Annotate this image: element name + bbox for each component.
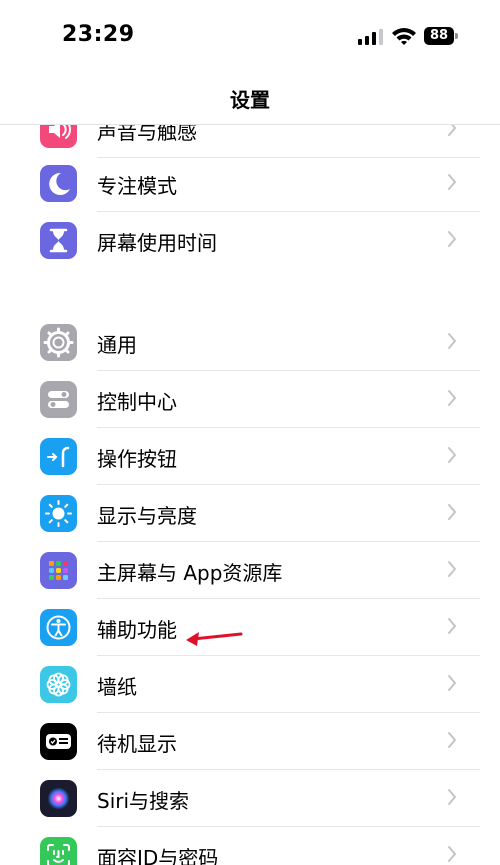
chevron-right-icon xyxy=(448,390,456,406)
standby-icon xyxy=(40,723,77,760)
settings-row[interactable]: 辅助功能 xyxy=(0,599,500,656)
settings-row-label: Siri与搜索 xyxy=(97,789,190,813)
sun-icon xyxy=(40,495,77,532)
chevron-right-icon xyxy=(448,447,456,463)
settings-row-label: 墙纸 xyxy=(97,675,137,699)
settings-row[interactable]: 屏幕使用时间 xyxy=(0,212,500,269)
chevron-right-icon xyxy=(448,231,456,247)
settings-row[interactable]: Siri与搜索 xyxy=(0,770,500,827)
hourglass-icon xyxy=(40,222,77,259)
annotation-arrow xyxy=(186,632,243,646)
settings-scroll-area[interactable]: 声音与触感专注模式屏幕使用时间 通用控制中心操作按钮显示与亮度主屏幕与 App资源… xyxy=(0,125,500,865)
chevron-right-icon xyxy=(448,174,456,190)
settings-row-label: 专注模式 xyxy=(97,174,177,198)
battery-icon: 88 xyxy=(424,27,458,45)
settings-row-label: 操作按钮 xyxy=(97,447,177,471)
cellular-signal-icon xyxy=(358,29,384,45)
settings-row[interactable]: 面容ID与密码 xyxy=(0,827,500,865)
gear-icon xyxy=(40,324,77,361)
speaker-icon xyxy=(40,125,77,148)
chevron-right-icon xyxy=(448,846,456,862)
face-id-icon xyxy=(40,837,77,865)
page-title: 设置 xyxy=(230,88,270,112)
settings-row-label: 声音与触感 xyxy=(97,125,197,144)
settings-row[interactable]: 墙纸 xyxy=(0,656,500,713)
status-time: 23:29 xyxy=(62,22,135,47)
settings-row-label: 待机显示 xyxy=(97,732,177,756)
settings-row-label: 屏幕使用时间 xyxy=(97,231,217,255)
settings-row-label: 辅助功能 xyxy=(97,618,177,642)
settings-row-label: 通用 xyxy=(97,333,137,357)
toggles-icon xyxy=(40,381,77,418)
status-bar: 23:29 88 xyxy=(0,0,500,70)
settings-row-label: 控制中心 xyxy=(97,390,177,414)
settings-row[interactable]: 主屏幕与 App资源库 xyxy=(0,542,500,599)
chevron-right-icon xyxy=(448,789,456,805)
siri-icon xyxy=(40,780,77,817)
settings-row-label: 面容ID与密码 xyxy=(97,846,219,865)
action-button-icon xyxy=(40,438,77,475)
battery-level: 88 xyxy=(424,27,454,45)
chevron-right-icon xyxy=(448,504,456,520)
settings-row[interactable]: 专注模式 xyxy=(0,155,500,212)
flower-icon xyxy=(40,666,77,703)
settings-row-label: 主屏幕与 App资源库 xyxy=(97,561,283,585)
chevron-right-icon xyxy=(448,732,456,748)
app-grid-icon xyxy=(40,552,77,589)
chevron-right-icon xyxy=(448,333,456,349)
chevron-right-icon xyxy=(448,675,456,691)
chevron-right-icon xyxy=(448,125,456,136)
moon-icon xyxy=(40,165,77,202)
accessibility-icon xyxy=(40,609,77,646)
settings-row[interactable]: 声音与触感 xyxy=(0,125,500,158)
settings-row[interactable]: 显示与亮度 xyxy=(0,485,500,542)
settings-row[interactable]: 通用 xyxy=(0,314,500,371)
settings-row[interactable]: 待机显示 xyxy=(0,713,500,770)
settings-row[interactable]: 控制中心 xyxy=(0,371,500,428)
chevron-right-icon xyxy=(448,561,456,577)
chevron-right-icon xyxy=(448,618,456,634)
settings-row[interactable]: 操作按钮 xyxy=(0,428,500,485)
settings-row-label: 显示与亮度 xyxy=(97,504,197,528)
wifi-icon xyxy=(392,28,416,45)
